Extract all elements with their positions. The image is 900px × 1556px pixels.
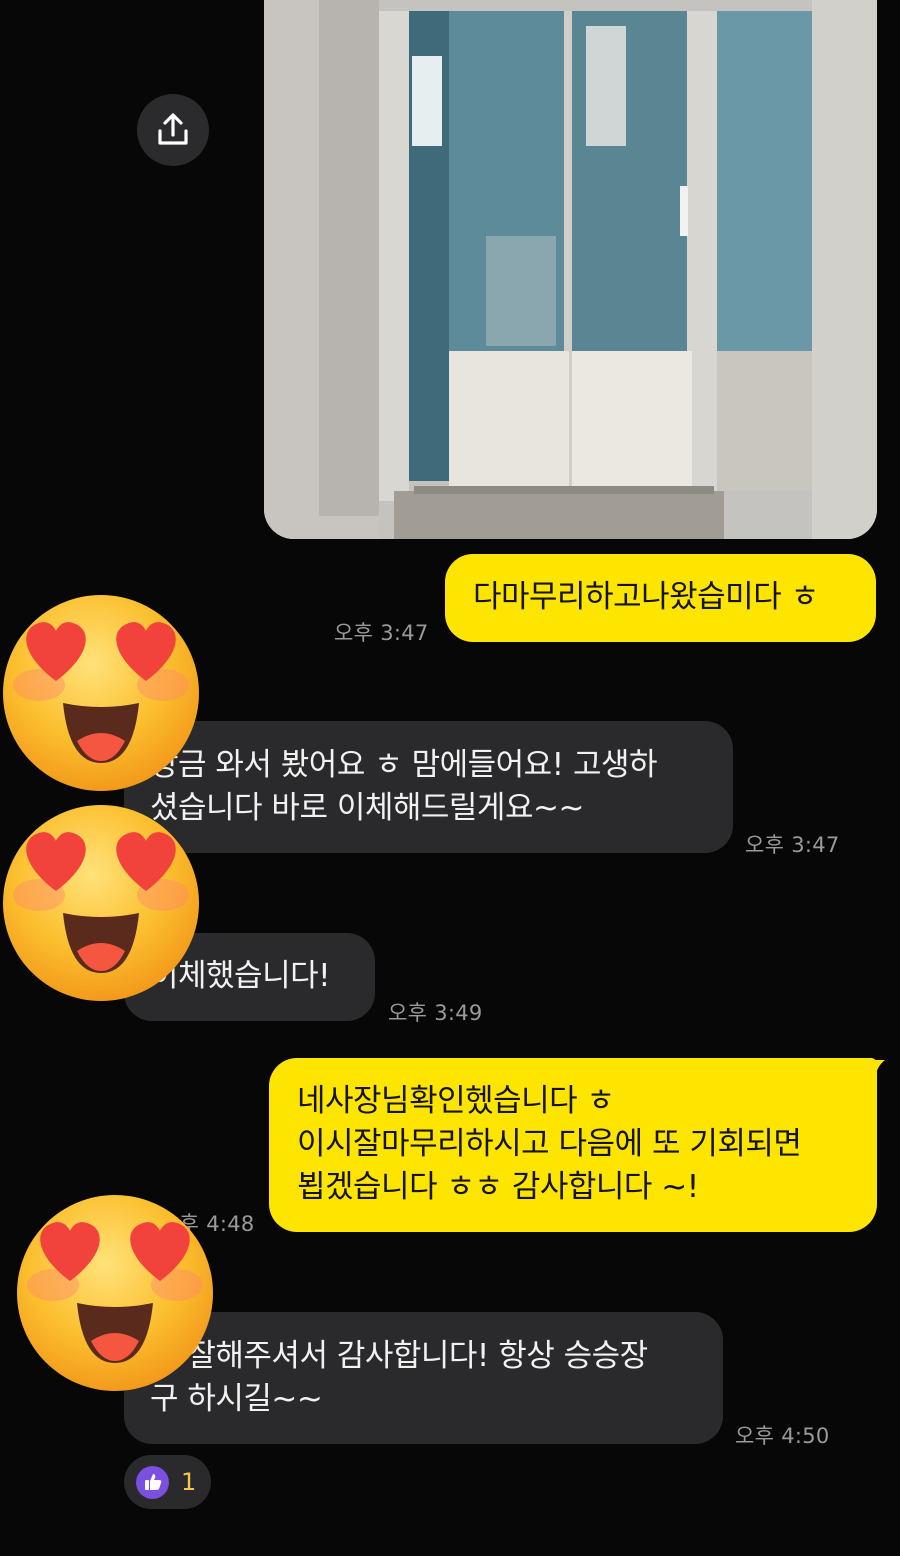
share-upload-icon <box>158 113 188 145</box>
message-text-line: 구 하시길~~ <box>150 1381 323 1417</box>
message-timestamp: 오후 3:47 <box>745 833 840 857</box>
message-timestamp: 오후 4:48 <box>160 1212 255 1236</box>
message-bubble-theirs[interactable]: 이체했습니다! <box>124 933 375 1021</box>
message-timestamp: 오후 3:49 <box>388 1001 483 1025</box>
message-bubble-theirs[interactable]: 넘 잘해주셔서 감사합니다! 항상 승승장 구 하시길~~ <box>124 1312 723 1444</box>
message-text-line: 이시잘마무리하시고 다음에 또 기회되면 <box>297 1126 802 1162</box>
share-button[interactable] <box>137 94 209 166</box>
photo-bathroom-shower-image <box>264 0 877 539</box>
message-text-line: 넘 잘해주셔서 감사합니다! 항상 승승장 <box>150 1338 648 1374</box>
message-bubble-theirs[interactable]: 방금 와서 봤어요 ㅎ 맘에들어요! 고생하 셨습니다 바로 이체해드릴게요~~ <box>124 721 733 853</box>
message-text-line: 뵙겠습니다 ㅎㅎ 감사합니다 ~! <box>297 1169 699 1205</box>
bubble-tail <box>869 1060 885 1078</box>
photo-message[interactable] <box>264 0 877 539</box>
message-text-line: 셨습니다 바로 이체해드릴게요~~ <box>150 790 584 826</box>
message-bubble-mine[interactable]: 다마무리하고나왔습미다 ㅎ <box>445 554 876 642</box>
reaction-badge[interactable]: 1 <box>124 1455 211 1509</box>
message-text-line: 방금 와서 봤어요 ㅎ 맘에들어요! 고생하 <box>150 747 658 783</box>
message-text: 다마무리하고나왔습미다 ㅎ <box>473 579 819 615</box>
thumbs-up-icon <box>136 1465 169 1499</box>
message-timestamp: 오후 3:47 <box>334 621 429 645</box>
message-text-line: 네사장님확인헸습니다 ㅎ <box>297 1083 615 1119</box>
message-text: 이체했습니다! <box>150 958 331 994</box>
reaction-count: 1 <box>181 1468 197 1496</box>
message-timestamp: 오후 4:50 <box>735 1424 830 1448</box>
message-bubble-mine[interactable]: 네사장님확인헸습니다 ㅎ 이시잘마무리하시고 다음에 또 기회되면 뵙겠습니다 … <box>269 1058 877 1232</box>
